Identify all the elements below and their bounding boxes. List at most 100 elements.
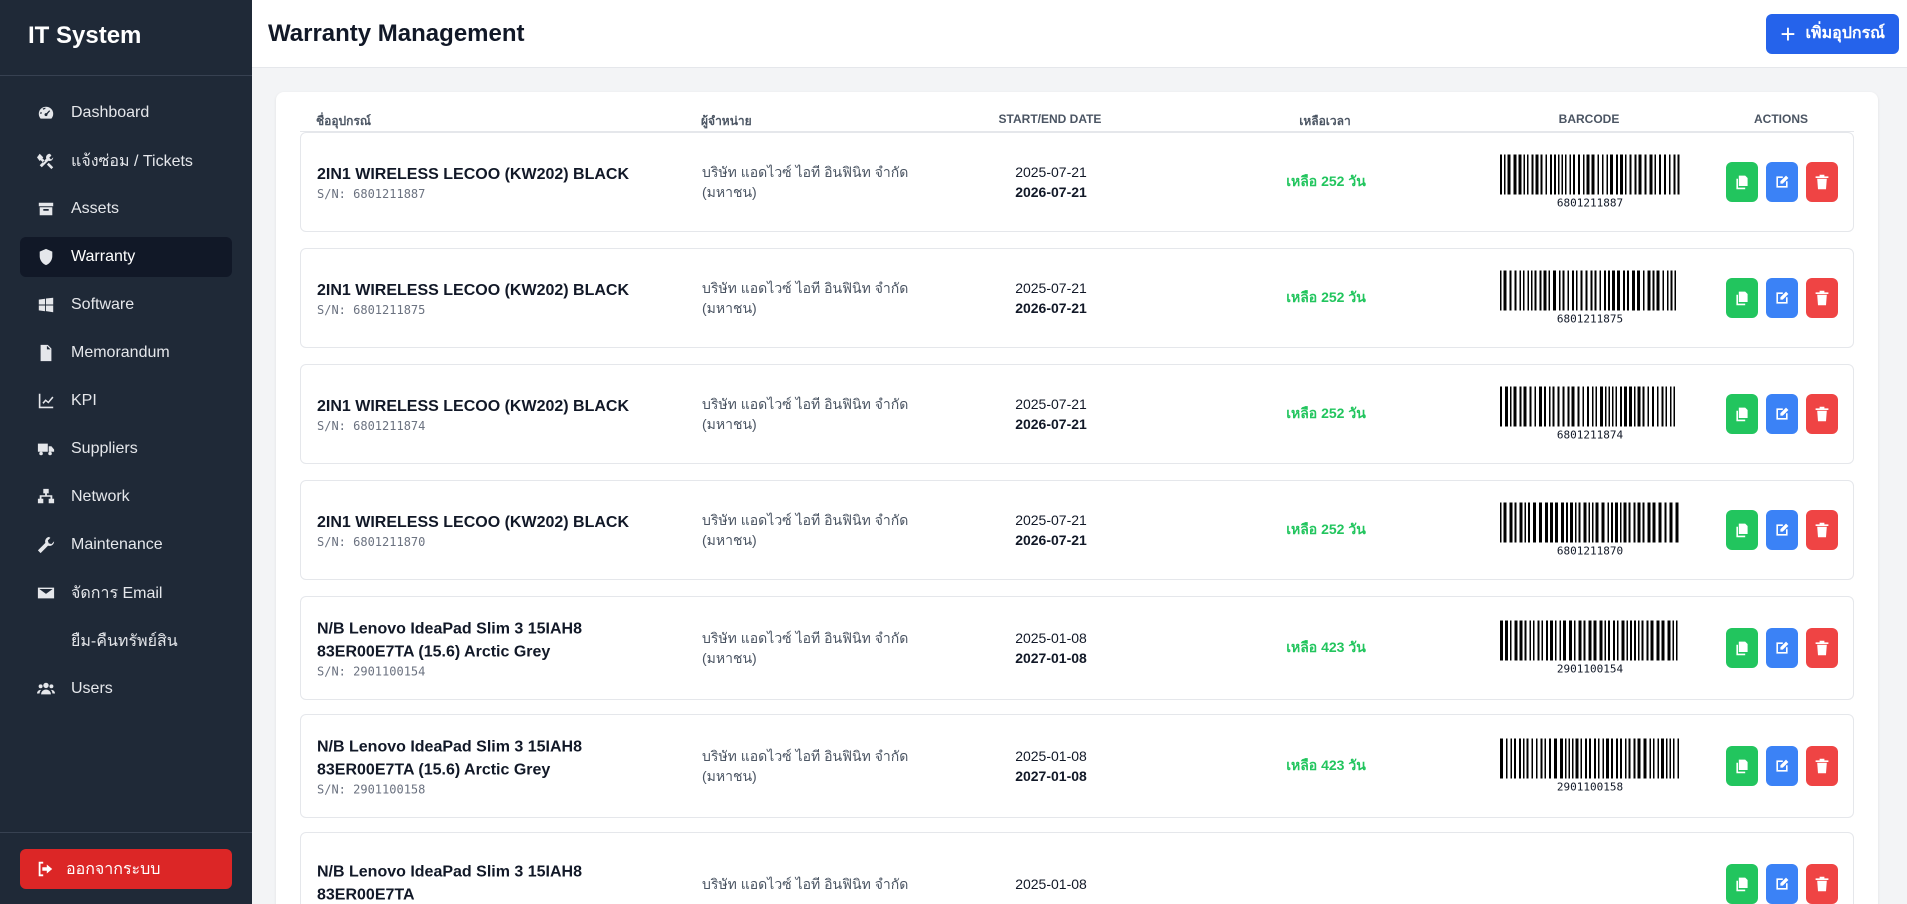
- vendor-name: บริษัท แอดไวซ์ ไอที อินฟินิท จำกัด (มหาช…: [702, 396, 909, 432]
- barcode-bar: [1599, 270, 1601, 311]
- edit-button[interactable]: [1766, 746, 1798, 786]
- edit-button[interactable]: [1766, 628, 1798, 668]
- delete-button[interactable]: [1806, 510, 1838, 550]
- barcode-bar: [1634, 154, 1637, 195]
- barcode-bar: [1670, 270, 1673, 311]
- copy-button[interactable]: [1726, 628, 1758, 668]
- barcode-bar: [1661, 738, 1664, 779]
- barcode-bar: [1623, 270, 1625, 311]
- device-name: 2IN1 WIRELESS LECOO (KW202) BLACK: [317, 398, 630, 415]
- serial-number: S/N: 2901100154: [317, 664, 426, 679]
- barcode-bar: [1629, 386, 1632, 427]
- sidebar-item-label: Suppliers: [71, 440, 138, 457]
- barcode-bar: [1641, 620, 1644, 661]
- copy-button[interactable]: [1726, 864, 1758, 904]
- end-date: 2027-01-08: [1015, 650, 1087, 666]
- delete-button[interactable]: [1806, 746, 1838, 786]
- edit-button[interactable]: [1766, 278, 1798, 318]
- start-date: 2025-01-08: [1015, 876, 1087, 892]
- barcode-bar: [1630, 620, 1632, 661]
- date-cell: 2025-07-21 2026-07-21: [951, 394, 1151, 434]
- sidebar-item-email[interactable]: จัดการ Email: [20, 573, 232, 613]
- barcode-bar: [1624, 386, 1627, 427]
- barcode-bar: [1607, 502, 1609, 543]
- barcode-bar: [1652, 386, 1654, 427]
- barcode-bar: [1665, 386, 1667, 427]
- column-header-name: ชื่ออุปกรณ์: [316, 114, 372, 128]
- logout-button[interactable]: ออกจากระบบ: [20, 849, 232, 889]
- barcode-bar: [1555, 502, 1558, 543]
- wrench-icon: [36, 535, 56, 555]
- sidebar-item-users[interactable]: Users: [20, 669, 232, 709]
- barcode-bar: [1592, 502, 1594, 543]
- barcode-bar: [1571, 386, 1575, 427]
- barcode-bar: [1559, 620, 1561, 661]
- delete-button[interactable]: [1806, 278, 1838, 318]
- barcode-bar: [1580, 738, 1582, 779]
- barcode-bar: [1528, 502, 1530, 543]
- barcode-bar: [1523, 738, 1525, 779]
- trash-icon: [1815, 406, 1829, 422]
- barcode-bar: [1657, 386, 1659, 427]
- barcode-bar: [1541, 620, 1543, 661]
- barcode-bar: [1544, 386, 1546, 427]
- start-date: 2025-07-21: [1015, 396, 1087, 412]
- sidebar-item-borrow-return[interactable]: ยืม-คืนทรัพย์สิน: [20, 621, 232, 661]
- barcode-bar: [1608, 270, 1610, 311]
- barcode-bar: [1642, 386, 1645, 427]
- barcode-bar: [1625, 154, 1627, 195]
- delete-button[interactable]: [1806, 864, 1838, 904]
- sidebar-item-warranty[interactable]: Warranty: [20, 237, 232, 277]
- row-actions: [1726, 278, 1838, 318]
- end-date: 2027-01-08: [1015, 768, 1087, 784]
- sidebar-item-memorandum[interactable]: Memorandum: [20, 333, 232, 373]
- copy-button[interactable]: [1726, 510, 1758, 550]
- sidebar-item-network[interactable]: Network: [20, 477, 232, 517]
- sidebar-item-label: KPI: [71, 392, 97, 409]
- edit-button[interactable]: [1766, 864, 1798, 904]
- barcode-bar: [1504, 154, 1506, 195]
- delete-button[interactable]: [1806, 628, 1838, 668]
- barcode-bar: [1536, 738, 1538, 779]
- sidebar-item-tickets[interactable]: แจ้งซ่อม / Tickets: [20, 141, 232, 181]
- barcode-bar: [1513, 386, 1517, 427]
- delete-button[interactable]: [1806, 162, 1838, 202]
- barcode-bar: [1620, 386, 1622, 427]
- sidebar-item-suppliers[interactable]: Suppliers: [20, 429, 232, 469]
- line-chart-icon: [36, 391, 56, 411]
- serial-number: S/N: 6801211870: [317, 535, 426, 549]
- trash-icon: [1815, 876, 1829, 892]
- barcode-bar: [1606, 154, 1608, 195]
- sidebar-item-assets[interactable]: Assets: [20, 189, 232, 229]
- edit-button[interactable]: [1766, 394, 1798, 434]
- add-device-button[interactable]: + เพิ่มอุปกรณ์: [1766, 13, 1899, 54]
- sidebar-item-kpi[interactable]: KPI: [20, 381, 232, 421]
- column-header-dates: START/END DATE: [998, 112, 1102, 126]
- date-cell: 2025-07-21 2026-07-21: [951, 162, 1151, 202]
- sidebar-item-dashboard[interactable]: Dashboard: [20, 93, 232, 133]
- barcode-bar: [1514, 738, 1516, 779]
- trash-icon: [1815, 290, 1829, 306]
- barcode-bar: [1589, 738, 1591, 779]
- device-cell: 2IN1 WIRELESS LECOO (KW202) BLACK S/N: 68…: [317, 279, 677, 317]
- barcode-bar: [1554, 738, 1557, 779]
- copy-button[interactable]: [1726, 394, 1758, 434]
- delete-button[interactable]: [1806, 394, 1838, 434]
- barcode-bar: [1535, 154, 1539, 195]
- barcode-bar: [1519, 620, 1523, 661]
- edit-button[interactable]: [1766, 510, 1798, 550]
- barcode-graphic: [1500, 154, 1680, 195]
- barcode-bar: [1519, 270, 1521, 311]
- barcode-bar: [1560, 738, 1563, 779]
- sidebar-item-software[interactable]: Software: [20, 285, 232, 325]
- edit-button[interactable]: [1766, 162, 1798, 202]
- barcode-cell: 2901100158: [1497, 738, 1683, 794]
- sidebar-item-maintenance[interactable]: Maintenance: [20, 525, 232, 565]
- copy-button[interactable]: [1726, 746, 1758, 786]
- barcode-bar: [1534, 386, 1536, 427]
- copy-button[interactable]: [1726, 162, 1758, 202]
- remaining-time: เหลือ 423 วัน: [1286, 757, 1366, 773]
- barcode-bar: [1534, 270, 1537, 311]
- barcode-bar: [1524, 502, 1526, 543]
- copy-button[interactable]: [1726, 278, 1758, 318]
